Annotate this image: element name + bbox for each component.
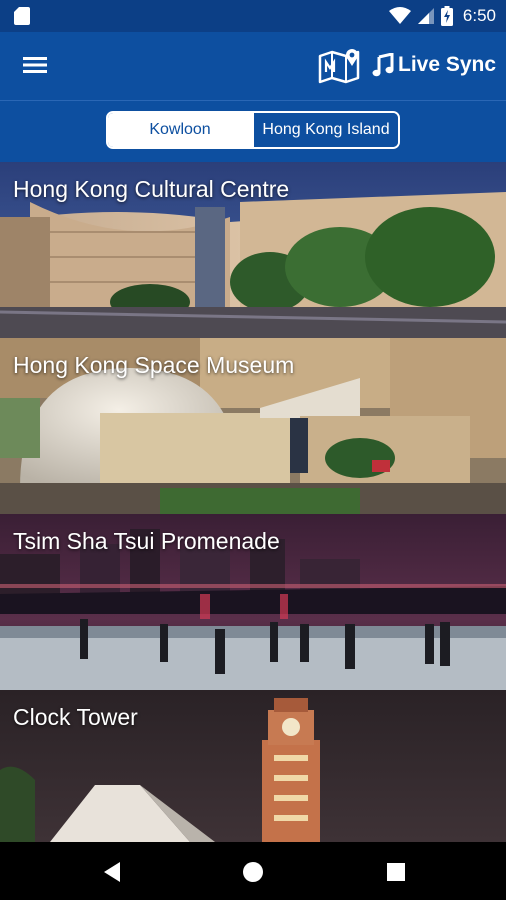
location-title: Hong Kong Space Museum: [13, 352, 295, 378]
battery-icon: [440, 6, 453, 26]
map-logo-icon[interactable]: [318, 46, 360, 84]
location-card-space-museum[interactable]: Hong Kong Space Museum: [0, 338, 506, 514]
tab-hong-kong-island[interactable]: Hong Kong Island: [252, 113, 398, 147]
app-bar: Live Sync: [0, 32, 506, 100]
region-tab-strip: Kowloon Hong Kong Island: [0, 100, 506, 163]
location-title: Hong Kong Cultural Centre: [13, 176, 290, 202]
recents-icon[interactable]: [380, 856, 412, 888]
live-sync-button[interactable]: Live Sync: [372, 50, 496, 80]
location-title: Tsim Sha Tsui Promenade: [13, 528, 280, 554]
location-title: Clock Tower: [13, 704, 138, 730]
cell-signal-icon: [417, 8, 434, 24]
region-segmented-control: Kowloon Hong Kong Island: [106, 111, 400, 149]
home-icon[interactable]: [237, 856, 269, 888]
system-nav-bar: [0, 842, 506, 900]
location-card-clock-tower[interactable]: Clock Tower: [0, 690, 506, 842]
wifi-icon: [388, 7, 411, 24]
hamburger-menu-icon[interactable]: [20, 52, 50, 78]
status-bar: 6:50: [0, 0, 506, 32]
live-sync-label: Live Sync: [398, 53, 497, 76]
status-time: 6:50: [462, 6, 496, 25]
back-icon[interactable]: [96, 856, 128, 888]
location-card-promenade[interactable]: Tsim Sha Tsui Promenade: [0, 514, 506, 690]
status-icons: 6:50: [388, 5, 496, 27]
location-card-cultural-centre[interactable]: Hong Kong Cultural Centre: [0, 162, 506, 338]
music-note-icon: [372, 53, 394, 77]
sd-card-icon: [14, 7, 30, 25]
tab-kowloon[interactable]: Kowloon: [108, 113, 252, 147]
